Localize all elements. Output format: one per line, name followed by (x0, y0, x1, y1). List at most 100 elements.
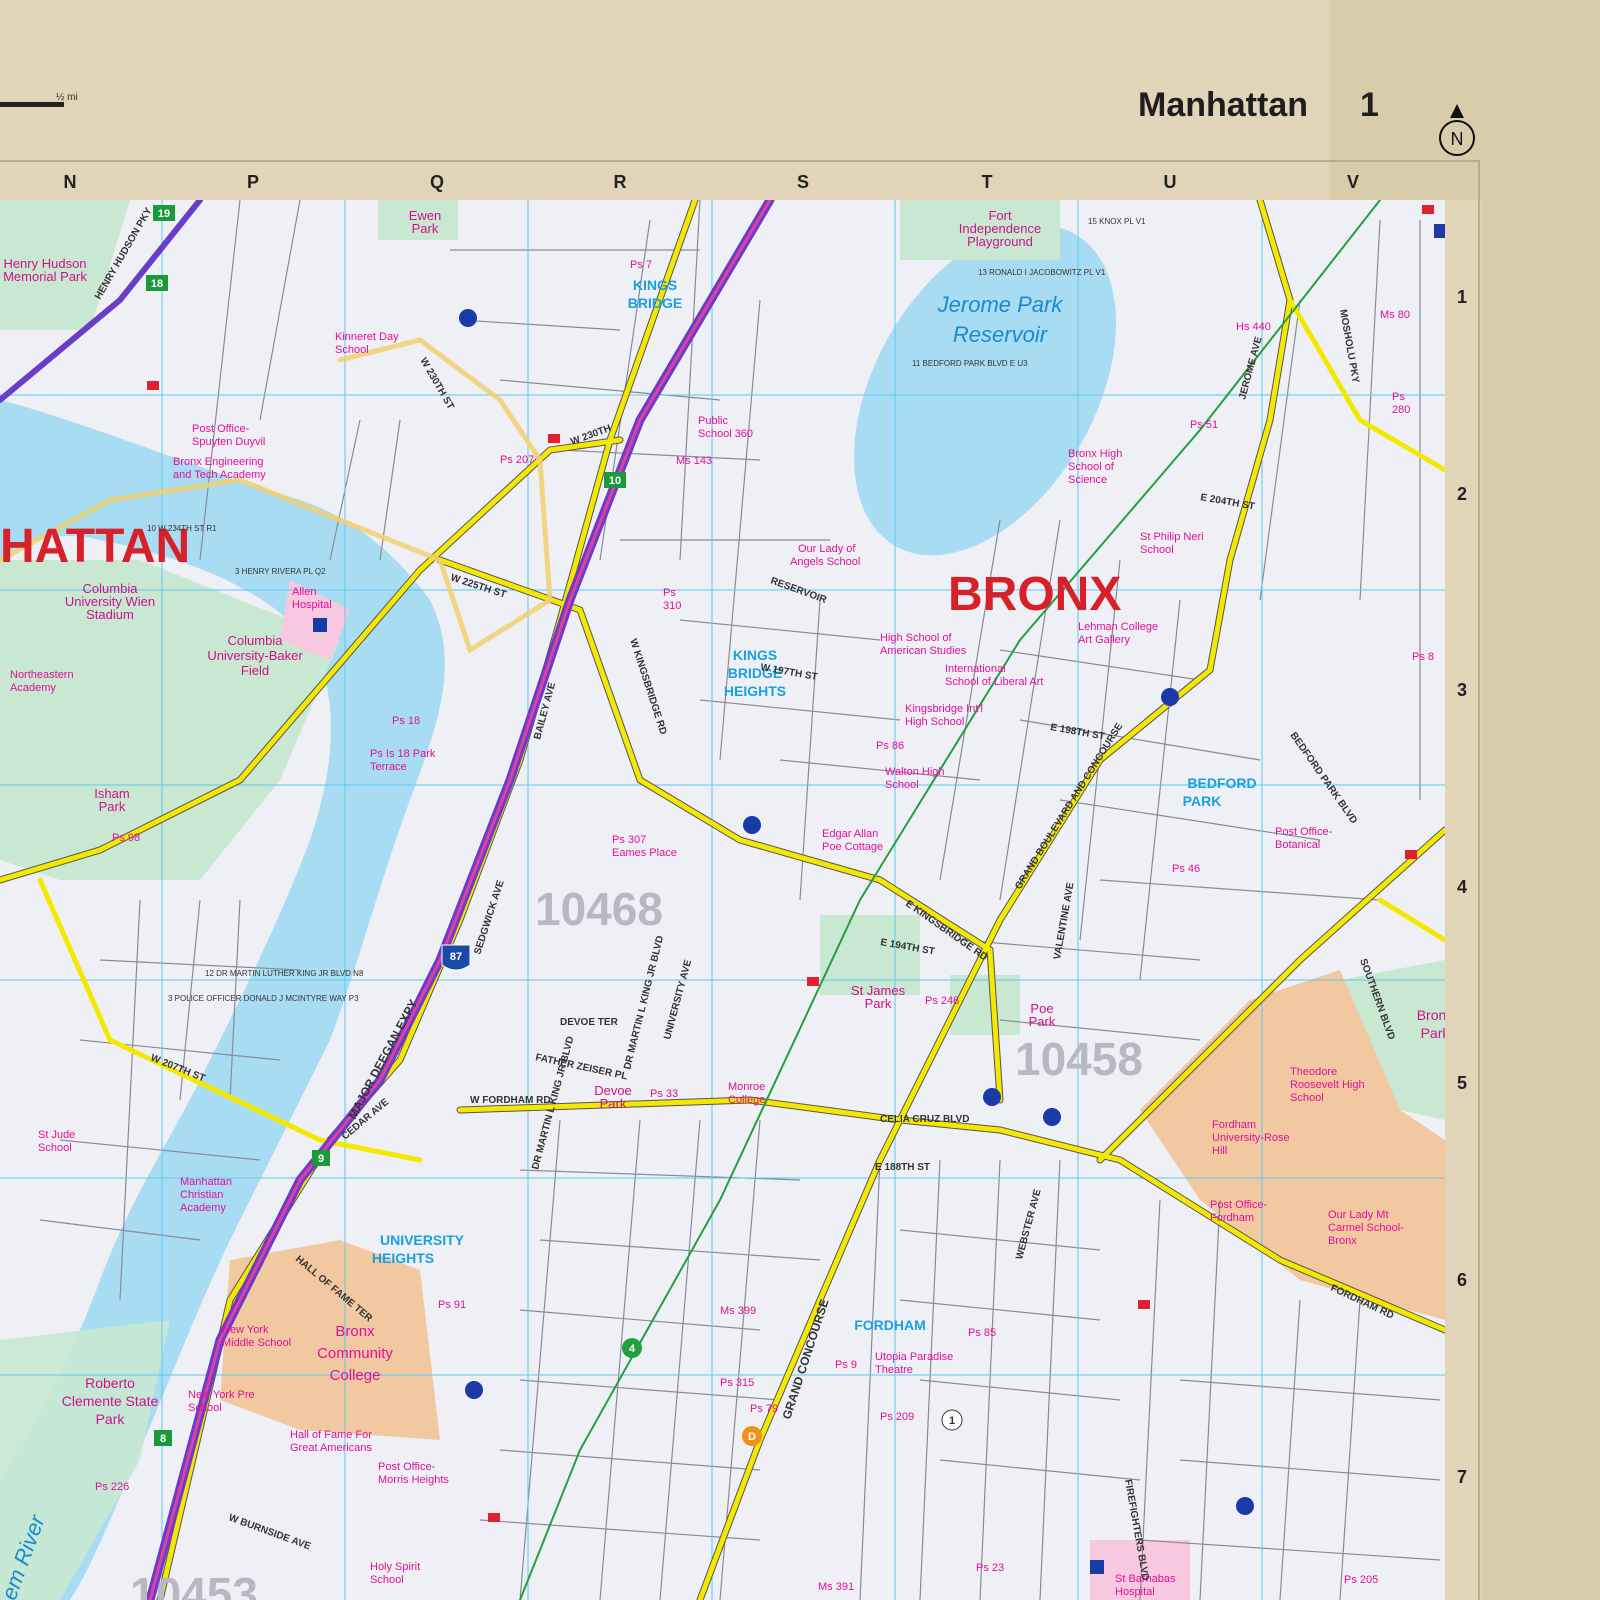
street-label: MOSHOLU PKY (1337, 309, 1361, 385)
street-label: W KINGSBRIDGE RD (627, 638, 668, 737)
grid-row-label: 5 (1456, 1073, 1467, 1093)
poi-label: Hospital (1115, 1586, 1155, 1598)
poi-label: Art Gallery (1078, 634, 1130, 646)
poi-label: High School of (880, 632, 952, 644)
poi-label: Ms 80 (1380, 309, 1410, 321)
zip-code: 10453 (130, 1568, 258, 1600)
park-label: Stadium (86, 607, 134, 622)
poi-label: Post Office- (1275, 826, 1333, 838)
poi-label: Ps 315 (720, 1377, 754, 1389)
poi-label: Ms 391 (818, 1581, 854, 1593)
poi-label: Kinneret Day (335, 331, 399, 343)
grid-row-label: 4 (1456, 877, 1467, 897)
poi-label: Ps 205 (1344, 1574, 1378, 1586)
street-label: DEVOE TER (560, 1017, 619, 1028)
poi-label: Ps 18 (392, 715, 420, 727)
street-label: GRAND CONCOURSE (780, 1297, 832, 1421)
margin-texture-right (1482, 200, 1600, 1600)
poi-label: Angels School (790, 556, 860, 568)
address-note: 12 DR MARTIN LUTHER KING JR BLVD N8 (205, 969, 364, 978)
grid-row-label: 6 (1456, 1270, 1467, 1290)
poi-label: Theodore (1290, 1066, 1337, 1078)
park-label: Park (412, 221, 439, 236)
page-title: Manhattan (1138, 86, 1308, 124)
poi-label: St Jude (38, 1129, 75, 1141)
poi-label: Kingsbridge Int'l (905, 703, 983, 715)
street-label: JEROME AVE (1237, 335, 1264, 400)
poi-label: Middle School (222, 1337, 291, 1349)
poi-label: Ps 209 (880, 1411, 914, 1423)
grid-col-label: S (796, 172, 809, 192)
map-svg[interactable]: 19 18 10 9 8 87 4 D 1 10468 10458 10453 … (0, 200, 1445, 1600)
poi-label: Great Americans (290, 1442, 372, 1454)
subway-shield: D (748, 1431, 756, 1443)
poi-label: Ms 143 (676, 455, 712, 467)
address-note: 15 KNOX PL V1 (1088, 217, 1146, 226)
neighborhood-label: KINGS (633, 277, 677, 293)
street-label: GRAND BOULEVARD AND CONCOURSE (1013, 721, 1125, 892)
park-label: Memorial Park (3, 269, 87, 284)
poi-label: School (335, 344, 369, 356)
poi-label: Hs 440 (1236, 321, 1271, 333)
address-note: 3 HENRY RIVERA PL Q2 (235, 567, 326, 576)
jerome-park-reservoir (853, 224, 1117, 556)
poi-label: School (1140, 544, 1174, 556)
poi-label: Bronx (1328, 1235, 1357, 1247)
water-label: Reservoir (953, 322, 1049, 347)
poi-label: School (188, 1402, 222, 1414)
north-arrow-icon: N (1439, 104, 1475, 156)
poi-label: Terrace (370, 761, 407, 773)
poi-label: Monroe (728, 1081, 765, 1093)
park-label: Park (1421, 1025, 1445, 1041)
poi-label: School (370, 1574, 404, 1586)
poi-label: Botanical (1275, 839, 1320, 851)
grid-col-label: U (1163, 172, 1177, 192)
poi-label: Ps 226 (95, 1481, 129, 1493)
poi-label: Theatre (875, 1364, 913, 1376)
poi-label: Ps 23 (976, 1562, 1004, 1574)
poi-label: Fordham (1210, 1212, 1254, 1224)
route-shield: 1 (949, 1415, 955, 1427)
poi-label: Lehman College (1078, 621, 1158, 633)
poi-label: Bronx Engineering (173, 456, 264, 468)
neighborhood-label: FORDHAM (854, 1317, 926, 1333)
water-label: Jerome Park (937, 292, 1064, 317)
street-label: BEDFORD PARK BLVD (1288, 730, 1360, 826)
address-note: 13 RONALD I JACOBOWITZ PL V1 (978, 268, 1106, 277)
page-number: 1 (1360, 86, 1379, 124)
grid-col-label: V (1346, 172, 1359, 192)
exit-shield: 19 (158, 208, 170, 220)
poi-label: Carmel School- (1328, 1222, 1404, 1234)
poi-label: New York (222, 1324, 269, 1336)
poi-label: School of Liberal Art (945, 676, 1043, 688)
poi-label: Science (1068, 474, 1107, 486)
grid-row-label: 1 (1456, 287, 1467, 307)
poi-label: School (38, 1142, 72, 1154)
poi-label: School of (1068, 461, 1115, 473)
poi-label: School (885, 779, 919, 791)
poi-label: Post Office- (378, 1461, 436, 1473)
poi-label: Manhattan (180, 1176, 232, 1188)
poi-label: Roosevelt High (1290, 1079, 1365, 1091)
grid-row-label: 7 (1456, 1467, 1467, 1487)
scale-bar (0, 102, 64, 107)
poi-label: Walton High (885, 766, 945, 778)
street-label: DR MARTIN L KING JR BLVD (622, 935, 666, 1071)
address-note: 11 BEDFORD PARK BLVD E U3 (912, 359, 1028, 368)
poi-label: Academy (10, 682, 56, 694)
street-label: CELIA CRUZ BLVD (880, 1114, 969, 1125)
poi-label: Post Office- (1210, 1199, 1268, 1211)
map-canvas[interactable]: 19 18 10 9 8 87 4 D 1 10468 10458 10453 … (0, 200, 1445, 1600)
address-note: 3 POLICE OFFICER DONALD J MCINTYRE WAY P… (168, 994, 359, 1003)
poi-label: Ps (1392, 391, 1405, 403)
poi-label: Ps 91 (438, 1299, 466, 1311)
poi-label: Hill (1212, 1145, 1227, 1157)
poi-label: St Philip Neri (1140, 531, 1204, 543)
street-label: E 188TH ST (875, 1162, 930, 1173)
park-label: Park (1029, 1014, 1056, 1029)
poi-label: and Tech Academy (173, 469, 266, 481)
subway-shield: 4 (629, 1343, 636, 1355)
exit-shield: 10 (609, 475, 621, 487)
neighborhood-label: BRIDGE (628, 295, 682, 311)
poi-label: Ps 79 (750, 1403, 778, 1415)
